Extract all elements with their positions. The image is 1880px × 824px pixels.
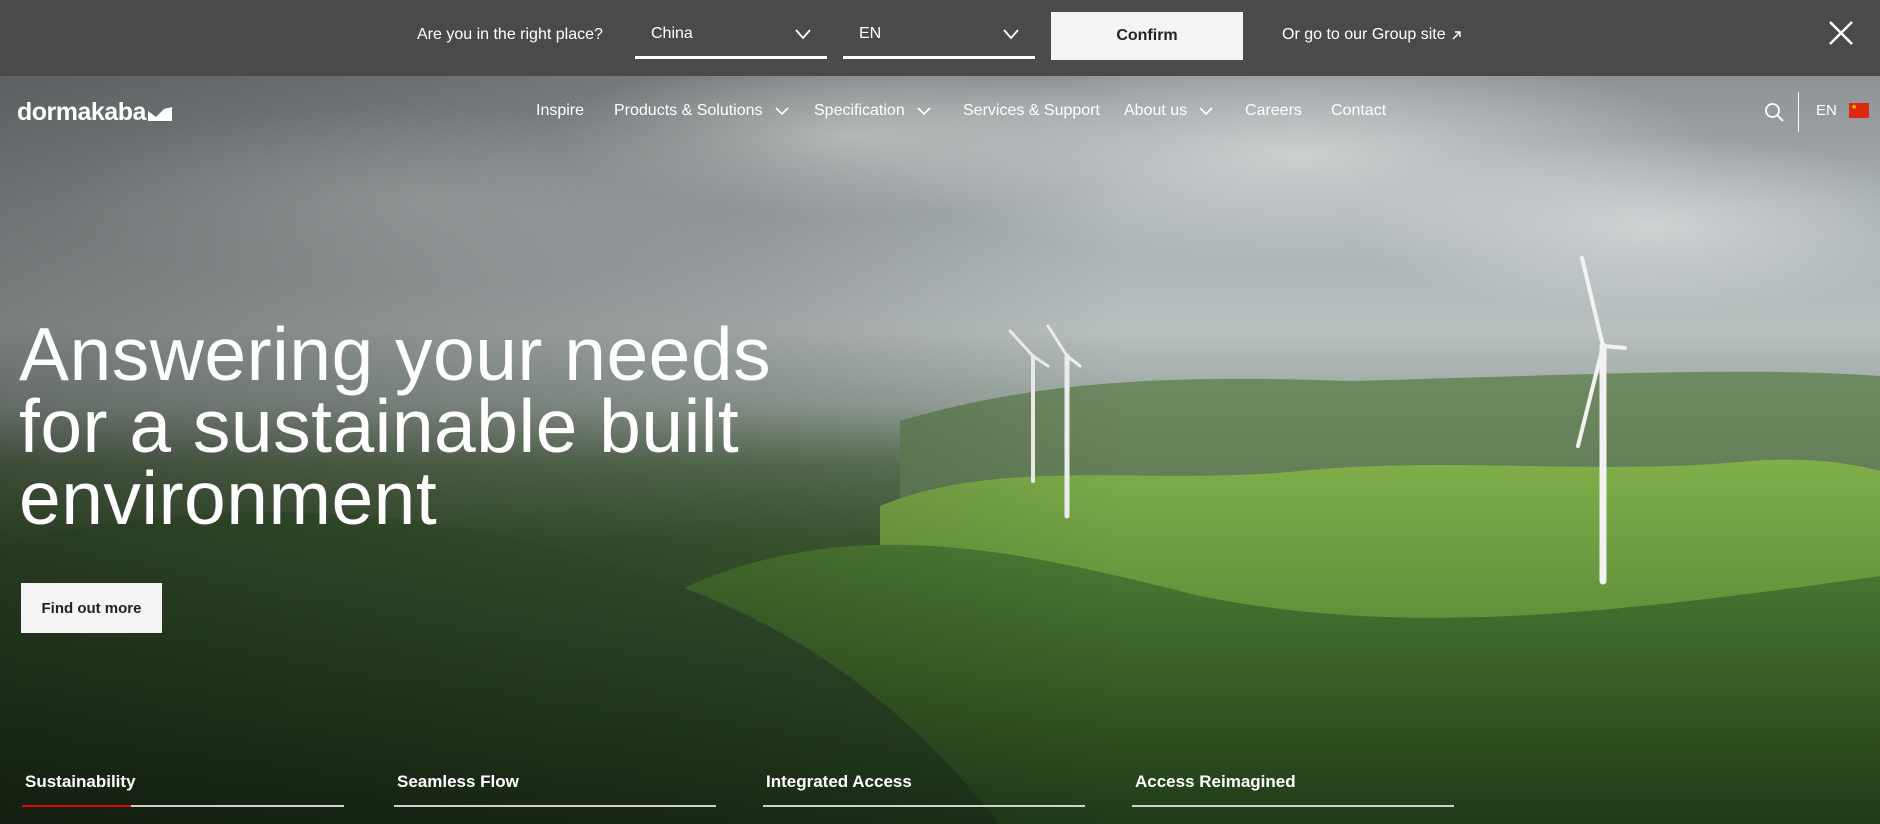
hero-headline-line: environment: [19, 456, 438, 540]
chevron-down-icon: [774, 106, 789, 115]
group-site-link-label: Or go to our Group site: [1282, 26, 1446, 43]
tab-progress-track: [763, 805, 1085, 807]
nav-item-label: Careers: [1245, 102, 1302, 119]
chevron-down-icon: [1003, 29, 1019, 40]
nav-item-label: Specification: [814, 102, 905, 119]
nav-specification[interactable]: Specification: [814, 102, 931, 120]
china-flag-icon[interactable]: ★: [1849, 103, 1869, 118]
tab-access-reimagined[interactable]: Access Reimagined: [1132, 772, 1454, 807]
tab-progress-fill: [22, 805, 132, 807]
location-question: Are you in the right place?: [417, 26, 603, 43]
chevron-down-icon: [795, 29, 811, 40]
nav-contact[interactable]: Contact: [1331, 102, 1386, 120]
tab-seamless-flow[interactable]: Seamless Flow: [394, 772, 716, 807]
tab-integrated-access[interactable]: Integrated Access: [763, 772, 1085, 807]
nav-item-label: About us: [1124, 102, 1188, 119]
nav-inspire[interactable]: Inspire: [536, 102, 584, 120]
language-select[interactable]: EN: [843, 12, 1035, 59]
tab-label: Integrated Access: [766, 772, 912, 791]
tab-progress-track: [22, 805, 344, 807]
nav-item-label: Contact: [1331, 102, 1387, 119]
nav-careers[interactable]: Careers: [1245, 102, 1302, 120]
close-icon[interactable]: [1828, 20, 1854, 46]
nav-language-switch[interactable]: EN: [1816, 102, 1837, 119]
hero-headline-line: Answering your needs: [19, 312, 772, 396]
find-out-more-button[interactable]: Find out more: [21, 583, 162, 633]
confirm-button[interactable]: Confirm: [1051, 12, 1243, 60]
tab-label: Sustainability: [25, 772, 136, 791]
tab-label: Seamless Flow: [397, 772, 519, 791]
nav-item-label: Services & Support: [963, 102, 1100, 119]
flag-star-icon: ★: [1851, 104, 1858, 111]
external-arrow-icon: [1452, 30, 1461, 39]
nav-services-support[interactable]: Services & Support: [963, 102, 1100, 120]
hero-headline: Answering your needs for a sustainable b…: [19, 312, 819, 540]
tab-label: Access Reimagined: [1135, 772, 1296, 791]
logo-mark-icon: [147, 106, 172, 121]
group-site-link[interactable]: Or go to our Group site: [1282, 26, 1461, 44]
country-select[interactable]: China: [635, 12, 827, 59]
chevron-down-icon: [917, 106, 931, 115]
search-icon[interactable]: [1764, 102, 1784, 122]
tab-progress-track: [394, 805, 716, 807]
country-select-value: China: [651, 25, 693, 42]
nav-item-label: Products & Solutions: [614, 102, 763, 119]
location-bar: Are you in the right place? China EN Con…: [0, 0, 1880, 76]
language-select-value: EN: [859, 25, 882, 42]
nav-about-us[interactable]: About us: [1124, 102, 1213, 120]
nav-products-solutions[interactable]: Products & Solutions: [614, 102, 789, 120]
tab-sustainability[interactable]: Sustainability: [22, 772, 344, 807]
nav-item-label: Inspire: [536, 102, 585, 119]
dormakaba-logo[interactable]: dormakaba: [17, 98, 172, 127]
logo-wordmark: dormakaba: [17, 98, 146, 126]
chevron-down-icon: [1199, 106, 1213, 115]
tab-progress-track: [1132, 805, 1454, 807]
nav-divider: [1798, 92, 1799, 132]
hero-headline-line: for a sustainable built: [19, 384, 740, 468]
main-navigation: dormakaba Inspire Products & Solutions S…: [0, 76, 1880, 146]
